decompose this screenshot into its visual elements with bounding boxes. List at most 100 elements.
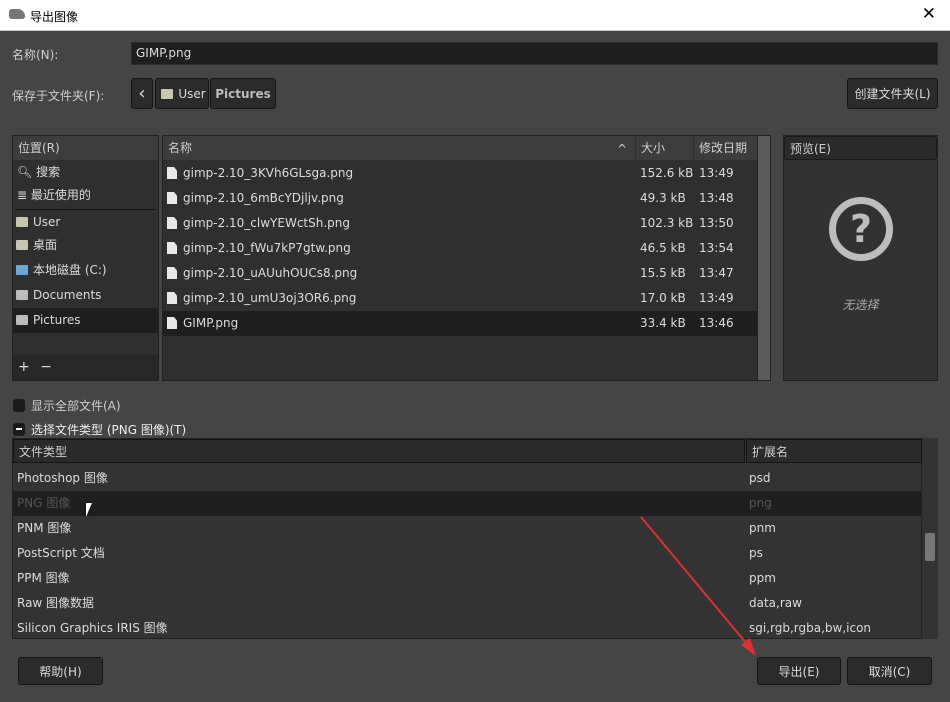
preview-header: 预览(E)	[784, 136, 937, 160]
show-all-files-checkbox[interactable]: 显示全部文件(A)	[13, 397, 121, 414]
checkbox-icon	[13, 399, 25, 412]
file-row[interactable]: GIMP.png 33.4 kB 13:46	[163, 311, 757, 336]
file-size: 49.3 kB	[640, 191, 686, 205]
file-size: 152.6 kB	[640, 166, 694, 180]
place-label: 本地磁盘 (C:)	[33, 263, 107, 277]
mouse-cursor-icon	[86, 503, 92, 517]
sort-ascending-icon: ^	[616, 142, 627, 156]
question-icon: ?	[829, 197, 893, 261]
file-name: gimp-2.10_fWu7kP7gtw.png	[183, 241, 351, 255]
file-type-row[interactable]: PPM 图像 ppm	[13, 566, 921, 591]
gimp-logo-icon	[9, 9, 25, 19]
file-date: 13:49	[699, 166, 734, 180]
scrollbar-thumb[interactable]	[925, 533, 935, 561]
file-type-extension: png	[749, 496, 772, 510]
folder-icon	[16, 217, 28, 227]
column-label: 名称	[168, 141, 193, 155]
file-type-name: Photoshop 图像	[17, 471, 108, 485]
file-type-row[interactable]: PNG 图像 png	[13, 491, 921, 516]
drive-icon	[16, 265, 28, 275]
places-panel: 位置(R) 🔍︎ 搜索 ≣ 最近使用的 User 桌面 本地磁盘 (C:) Do…	[12, 135, 159, 381]
place-documents[interactable]: Documents	[13, 283, 158, 308]
file-icon	[167, 242, 177, 254]
place-label: Documents	[33, 288, 102, 302]
window-title: 导出图像	[30, 10, 79, 24]
breadcrumb-user[interactable]: User	[155, 78, 209, 109]
file-row[interactable]: gimp-2.10_6mBcYDjljv.png 49.3 kB 13:48	[163, 186, 757, 211]
file-type-row[interactable]: Photoshop 图像 psd	[13, 466, 921, 491]
file-date: 13:48	[699, 191, 734, 205]
filename-input[interactable]: GIMP.png	[131, 42, 938, 65]
back-button[interactable]: ‹	[131, 78, 153, 109]
file-row[interactable]: gimp-2.10_fWu7kP7gtw.png 46.5 kB 13:54	[163, 236, 757, 261]
file-type-name: PNM 图像	[17, 521, 72, 535]
folder-icon	[16, 290, 28, 300]
column-file-type[interactable]: 文件类型	[13, 439, 745, 463]
file-date: 13:47	[699, 266, 734, 280]
file-type-name: PostScript 文档	[17, 546, 105, 560]
expander-label: 选择文件类型 (PNG 图像)(T)	[31, 423, 187, 437]
file-icon	[167, 217, 177, 229]
place-user[interactable]: User	[13, 210, 158, 235]
column-extension[interactable]: 扩展名	[746, 439, 922, 463]
preview-empty-text: 无选择	[842, 298, 879, 312]
file-icon	[167, 292, 177, 304]
file-type-extension: pnm	[749, 521, 776, 535]
file-size: 17.0 kB	[640, 291, 686, 305]
place-desktop[interactable]: 桌面	[13, 233, 158, 258]
file-date: 13:49	[699, 291, 734, 305]
file-name: GIMP.png	[183, 316, 239, 330]
collapse-icon	[13, 423, 25, 436]
file-type-extension: sgi,rgb,rgba,bw,icon	[749, 621, 872, 635]
file-list: 名称 ^ 大小 修改日期 gimp-2.10_3KVh6GLsga.png 152.…	[162, 135, 758, 381]
file-type-row[interactable]: Raw 图像数据 data,raw	[13, 591, 921, 616]
file-type-row[interactable]: Silicon Graphics IRIS 图像 sgi,rgb,rgba,bw,…	[13, 616, 921, 641]
folder-icon	[16, 315, 28, 325]
breadcrumb-pictures[interactable]: Pictures	[210, 78, 276, 109]
file-type-extension: data,raw	[749, 596, 802, 610]
file-type-extension: psd	[749, 471, 771, 485]
file-icon	[167, 267, 177, 279]
cancel-button[interactable]: 取消(C)	[847, 657, 932, 685]
file-row[interactable]: gimp-2.10_uAUuhOUCs8.png 15.5 kB 13:47	[163, 261, 757, 286]
column-name[interactable]: 名称 ^	[163, 136, 635, 160]
folder-icon	[161, 89, 174, 99]
file-name: gimp-2.10_uAUuhOUCs8.png	[183, 266, 358, 280]
column-date[interactable]: 修改日期	[694, 136, 757, 160]
file-icon	[167, 317, 177, 329]
file-type-extension: ps	[749, 546, 763, 560]
file-type-expander[interactable]: 选择文件类型 (PNG 图像)(T)	[13, 421, 186, 438]
place-local-disk[interactable]: 本地磁盘 (C:)	[13, 258, 158, 283]
file-icon	[167, 192, 177, 204]
place-search[interactable]: 🔍︎ 搜索	[13, 160, 158, 185]
export-button[interactable]: 导出(E)	[757, 657, 841, 685]
file-row[interactable]: gimp-2.10_clwYEWctSh.png 102.3 kB 13:50	[163, 211, 757, 236]
file-type-name: Silicon Graphics IRIS 图像	[17, 621, 168, 635]
help-button[interactable]: 帮助(H)	[18, 657, 103, 685]
column-size[interactable]: 大小	[636, 136, 693, 160]
file-size: 46.5 kB	[640, 241, 686, 255]
file-type-scrollbar[interactable]	[922, 438, 938, 639]
filename-value: GIMP.png	[136, 46, 192, 60]
file-type-name: PPM 图像	[17, 571, 70, 585]
file-row[interactable]: gimp-2.10_umU3oj3OR6.png 17.0 kB 13:49	[163, 286, 757, 311]
place-label: Pictures	[33, 313, 81, 327]
place-recent[interactable]: ≣ 最近使用的	[13, 183, 158, 208]
file-type-extension: ppm	[749, 571, 776, 585]
breadcrumb-label: User	[178, 86, 206, 101]
file-type-row[interactable]: PNM 图像 pnm	[13, 516, 921, 541]
file-row[interactable]: gimp-2.10_3KVh6GLsga.png 152.6 kB 13:49	[163, 161, 757, 186]
file-type-row[interactable]: PostScript 文档 ps	[13, 541, 921, 566]
remove-bookmark-button[interactable]: −	[40, 359, 52, 375]
file-list-scrollbar[interactable]	[757, 135, 771, 381]
place-label: User	[33, 215, 61, 229]
add-bookmark-button[interactable]: +	[18, 359, 30, 375]
folder-label: 保存于文件夹(F):	[12, 89, 105, 103]
create-folder-button[interactable]: 创建文件夹(L)	[847, 78, 938, 109]
preview-panel: 预览(E) ? 无选择	[783, 135, 938, 381]
close-button[interactable]: ✕	[922, 4, 936, 24]
file-date: 13:46	[699, 316, 734, 330]
place-pictures[interactable]: Pictures	[13, 308, 158, 333]
file-size: 15.5 kB	[640, 266, 686, 280]
file-size: 33.4 kB	[640, 316, 686, 330]
